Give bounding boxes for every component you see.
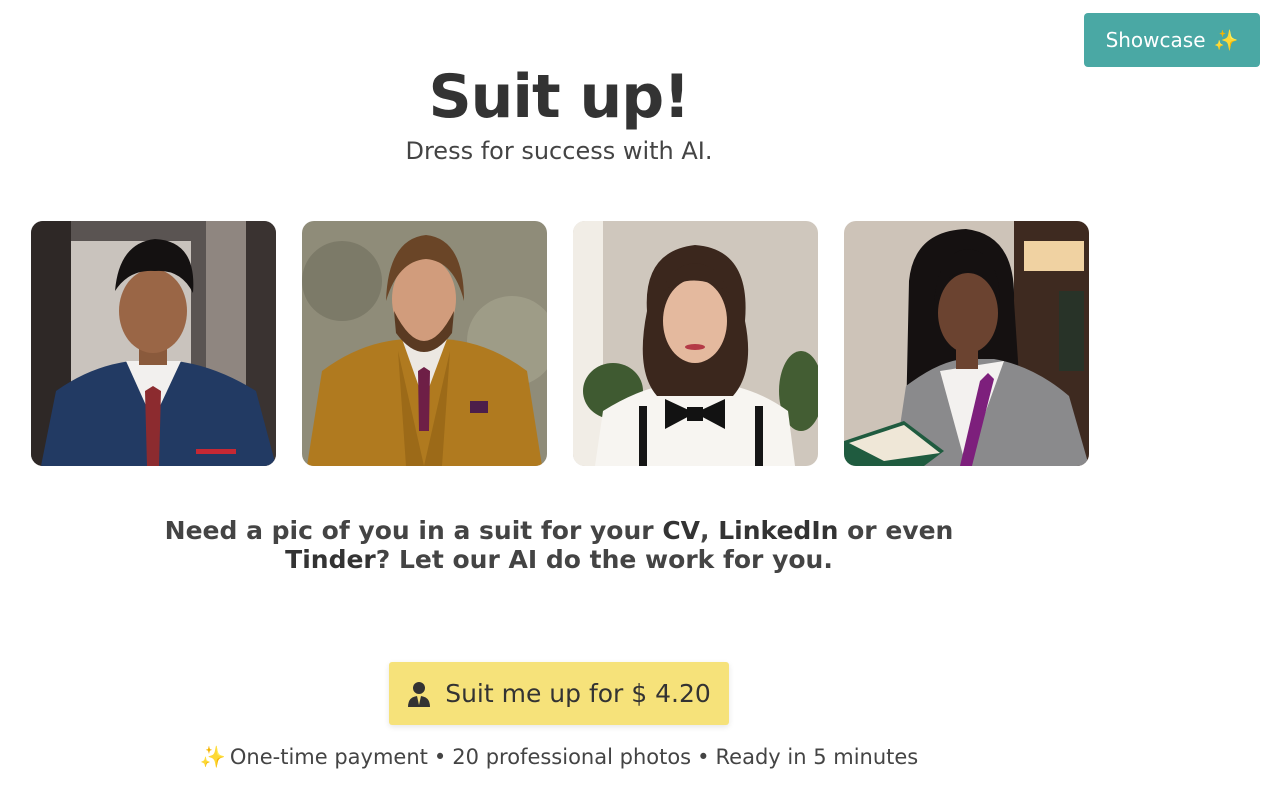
tagline: Need a pic of you in a suit for your CV,… <box>130 516 988 574</box>
man-mustard-suit-photo <box>302 221 547 466</box>
suit-me-up-label: Suit me up for $ 4.20 <box>445 679 711 708</box>
landing-page: Showcase ✨ Suit up! Dress for success wi… <box>0 0 1268 790</box>
tagline-linkedin: LinkedIn <box>718 516 839 545</box>
tagline-tinder: Tinder <box>285 545 376 574</box>
sparkle-icon: ✨ <box>1213 28 1239 52</box>
features-line: ✨ One-time payment • 20 professional photos… <box>0 745 1118 770</box>
tagline-cv: CV <box>662 516 701 545</box>
page-subtitle: Dress for success with AI. <box>405 137 713 165</box>
tagline-or-even: or even <box>838 516 954 545</box>
tagline-part1: Need a pic of you in a suit for your <box>164 516 663 545</box>
tagline-rest: ? Let our AI do the work for you. <box>375 545 833 574</box>
feature-separator: • <box>433 745 447 769</box>
example-gallery <box>31 221 1089 466</box>
woman-bowtie-photo <box>573 221 818 466</box>
feature-one-time-payment: One-time payment <box>229 745 428 769</box>
feature-separator: • <box>697 745 710 769</box>
showcase-button-label: Showcase <box>1105 28 1206 52</box>
suit-me-up-button[interactable]: Suit me up for $ 4.20 <box>389 662 729 725</box>
feature-ready-time: Ready in 5 minutes <box>715 745 919 769</box>
man-navy-suit-photo <box>31 221 276 466</box>
user-icon <box>407 681 431 707</box>
feature-photo-count: 20 professional photos <box>452 745 692 769</box>
sparkle-icon: ✨ <box>199 745 226 769</box>
tagline-comma: , <box>700 516 719 545</box>
page-title: Suit up! <box>428 62 690 132</box>
woman-grey-suit-photo <box>844 221 1089 466</box>
showcase-button[interactable]: Showcase ✨ <box>1084 13 1260 67</box>
